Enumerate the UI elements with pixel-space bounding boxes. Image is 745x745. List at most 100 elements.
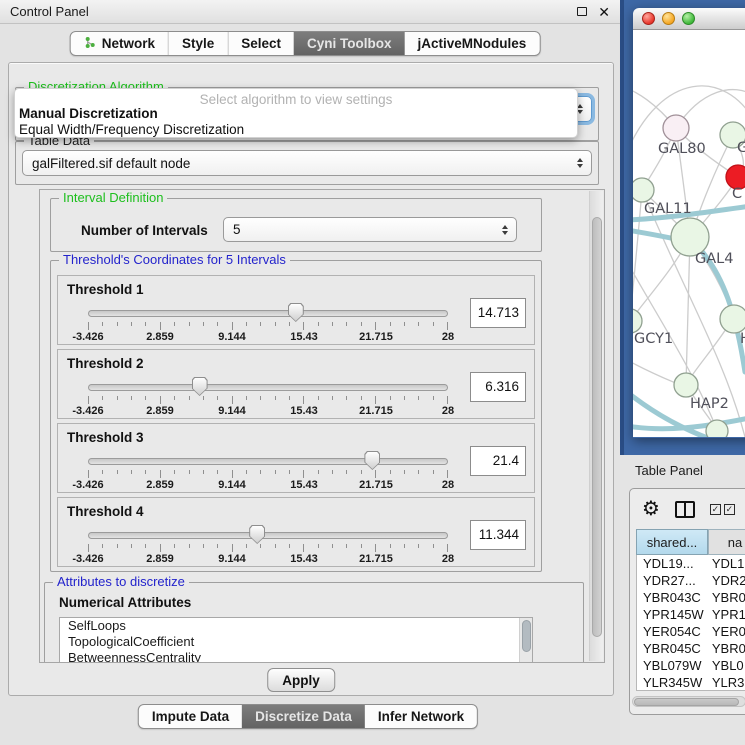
numerical-attributes-list[interactable]: SelfLoopsTopologicalCoefficientBetweenne… bbox=[59, 617, 533, 663]
tick-mark bbox=[361, 470, 362, 474]
tick-mark bbox=[217, 544, 218, 548]
table-data-combobox[interactable]: galFiltered.sif default node bbox=[22, 150, 592, 176]
tab-select[interactable]: Select bbox=[227, 32, 294, 55]
tab-cyni-toolbox[interactable]: Cyni Toolbox bbox=[294, 32, 405, 55]
tab-strip: NetworkStyleSelectCyni ToolboxjActiveMNo… bbox=[70, 31, 541, 56]
dropdown-option-equal-width-frequency-discretization[interactable]: Equal Width/Frequency Discretization bbox=[15, 122, 577, 138]
tick-label: 15.43 bbox=[290, 553, 318, 565]
slider-handle[interactable] bbox=[192, 377, 208, 396]
slider-track bbox=[88, 458, 448, 465]
slider-handle[interactable] bbox=[288, 303, 304, 322]
table-data-group: Table Data galFiltered.sif default node bbox=[15, 141, 599, 185]
table-panel-title: Table Panel bbox=[635, 463, 703, 478]
checkbox-icon[interactable]: ✓ bbox=[710, 504, 721, 515]
number-of-intervals-combobox[interactable]: 5 bbox=[223, 217, 517, 242]
tick-mark bbox=[117, 544, 118, 548]
scrollbar[interactable] bbox=[519, 618, 532, 662]
tick-mark bbox=[433, 396, 434, 400]
table-cell: YBR0 bbox=[708, 640, 745, 657]
network-node-gcy1[interactable] bbox=[633, 309, 642, 333]
control-panel-titlebar: Control Panel ✕ bbox=[0, 0, 620, 24]
columns-icon[interactable] bbox=[675, 501, 695, 518]
tab-impute-data[interactable]: Impute Data bbox=[139, 705, 242, 728]
scrollbar-thumb[interactable] bbox=[522, 620, 531, 652]
gear-icon[interactable]: ⚙ bbox=[642, 499, 660, 519]
float-window-icon[interactable] bbox=[577, 7, 587, 16]
network-node[interactable] bbox=[706, 420, 728, 437]
network-node-gal80[interactable] bbox=[663, 115, 689, 141]
table-row[interactable]: YBR045CYBR0 bbox=[637, 640, 745, 657]
network-node-h[interactable] bbox=[720, 305, 745, 333]
scrollbar-thumb[interactable] bbox=[592, 217, 602, 637]
threshold-slider[interactable]: -3.4262.8599.14415.4321.71528 bbox=[88, 528, 448, 566]
algorithm-dropdown-popup: Select algorithm to view settings Manual… bbox=[14, 88, 578, 138]
threshold-slider[interactable]: -3.4262.8599.14415.4321.71528 bbox=[88, 306, 448, 344]
table-row[interactable]: YDL19...YDL1 bbox=[637, 555, 745, 572]
table-cell: YDR2 bbox=[708, 572, 745, 589]
network-node-label: C bbox=[732, 186, 742, 202]
network-canvas[interactable]: GAL80GAGAL11GAL4GCY1HHAP2C bbox=[633, 30, 745, 437]
table-row[interactable]: YBR043CYBR0 bbox=[637, 589, 745, 606]
tick-label: 28 bbox=[442, 405, 454, 417]
table-cell: YBL0 bbox=[708, 657, 745, 674]
table-row[interactable]: YPR145WYPR1 bbox=[637, 606, 745, 623]
table-cell: YER054C bbox=[637, 623, 708, 640]
tick-label: -3.426 bbox=[72, 331, 103, 343]
tick-mark bbox=[375, 544, 376, 552]
scrollbar-thumb[interactable] bbox=[634, 698, 739, 706]
tab-jactivemnodules[interactable]: jActiveMNodules bbox=[405, 32, 540, 55]
scrollbar[interactable] bbox=[589, 191, 603, 661]
table-cell: YBL079W bbox=[637, 657, 708, 674]
table-row[interactable]: YLR345WYLR3 bbox=[637, 674, 745, 691]
table-row[interactable]: YDR27...YDR2 bbox=[637, 572, 745, 589]
table-cell: YPR145W bbox=[637, 606, 708, 623]
table-row[interactable]: YBL079WYBL0 bbox=[637, 657, 745, 674]
slider-track bbox=[88, 310, 448, 317]
tick-mark bbox=[260, 322, 261, 326]
column-header-na[interactable]: na bbox=[708, 529, 745, 555]
close-traffic-light-icon[interactable] bbox=[642, 12, 655, 25]
tick-mark bbox=[289, 470, 290, 474]
tab-discretize-data[interactable]: Discretize Data bbox=[242, 705, 365, 728]
zoom-traffic-light-icon[interactable] bbox=[682, 12, 695, 25]
network-node-gal11[interactable] bbox=[633, 178, 654, 202]
slider-handle[interactable] bbox=[249, 525, 265, 544]
checkbox-icon[interactable]: ✓ bbox=[724, 504, 735, 515]
network-node-hap2[interactable] bbox=[674, 373, 698, 397]
list-item[interactable]: BetweennessCentrality bbox=[60, 650, 532, 663]
list-item[interactable]: TopologicalCoefficient bbox=[60, 634, 532, 650]
threshold-value-box[interactable]: 6.316 bbox=[470, 372, 526, 402]
threshold-row: Threshold 2-3.4262.8599.14415.4321.71528… bbox=[57, 349, 535, 419]
threshold-value-box[interactable]: 21.4 bbox=[470, 446, 526, 476]
minimize-traffic-light-icon[interactable] bbox=[662, 12, 675, 25]
table-cell: YDL1 bbox=[708, 555, 745, 572]
tick-label: 15.43 bbox=[290, 479, 318, 491]
threshold-value-box[interactable]: 11.344 bbox=[470, 520, 526, 550]
threshold-slider[interactable]: -3.4262.8599.14415.4321.71528 bbox=[88, 454, 448, 492]
tick-label: 9.144 bbox=[218, 479, 246, 491]
tab-network[interactable]: Network bbox=[71, 32, 168, 55]
number-of-intervals-value: 5 bbox=[233, 222, 241, 237]
control-panel: Control Panel ✕ NetworkStyleSelectCyni T… bbox=[0, 0, 620, 745]
tick-mark bbox=[174, 544, 175, 548]
close-icon[interactable]: ✕ bbox=[598, 5, 610, 19]
dropdown-option-manual-discretization[interactable]: Manual Discretization bbox=[15, 106, 577, 122]
column-header-shared-[interactable]: shared... bbox=[636, 529, 708, 555]
list-item[interactable]: SelfLoops bbox=[60, 618, 532, 634]
tick-mark bbox=[102, 322, 103, 326]
tick-mark bbox=[217, 470, 218, 474]
slider-handle[interactable] bbox=[364, 451, 380, 470]
tab-style[interactable]: Style bbox=[168, 32, 227, 55]
network-window: GAL80GAGAL11GAL4GCY1HHAP2C bbox=[633, 8, 745, 438]
scrollbar[interactable] bbox=[632, 696, 745, 707]
apply-button[interactable]: Apply bbox=[267, 668, 335, 692]
tab-infer-network[interactable]: Infer Network bbox=[365, 705, 477, 728]
table-row[interactable]: YER054CYER0 bbox=[637, 623, 745, 640]
tick-label: 21.715 bbox=[359, 405, 393, 417]
tick-mark bbox=[145, 470, 146, 474]
threshold-value-box[interactable]: 14.713 bbox=[470, 298, 526, 328]
slider-tick-marks bbox=[88, 470, 448, 478]
tab-label: Discretize Data bbox=[255, 709, 352, 724]
threshold-slider[interactable]: -3.4262.8599.14415.4321.71528 bbox=[88, 380, 448, 418]
network-edge bbox=[633, 190, 642, 318]
